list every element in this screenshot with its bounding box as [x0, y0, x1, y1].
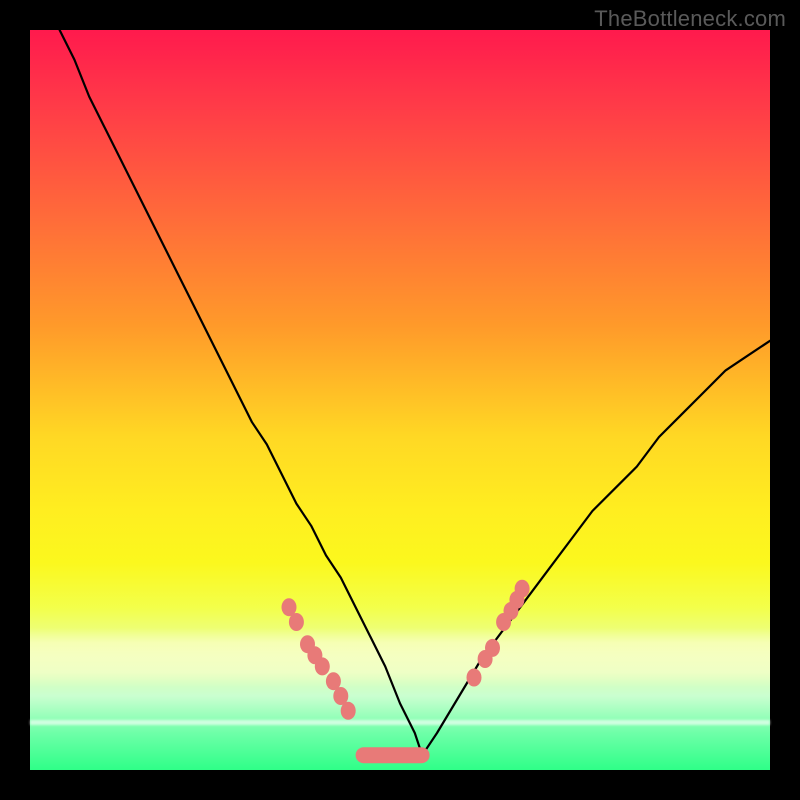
watermark-text: TheBottleneck.com — [594, 6, 786, 32]
flat-bottom-pill — [356, 747, 430, 763]
bottleneck-curve — [30, 30, 770, 770]
highlight-dots — [282, 580, 530, 720]
chart-frame: TheBottleneck.com — [0, 0, 800, 800]
plot-area — [30, 30, 770, 770]
right-branch-line — [422, 341, 770, 755]
left-branch-line — [60, 30, 423, 755]
